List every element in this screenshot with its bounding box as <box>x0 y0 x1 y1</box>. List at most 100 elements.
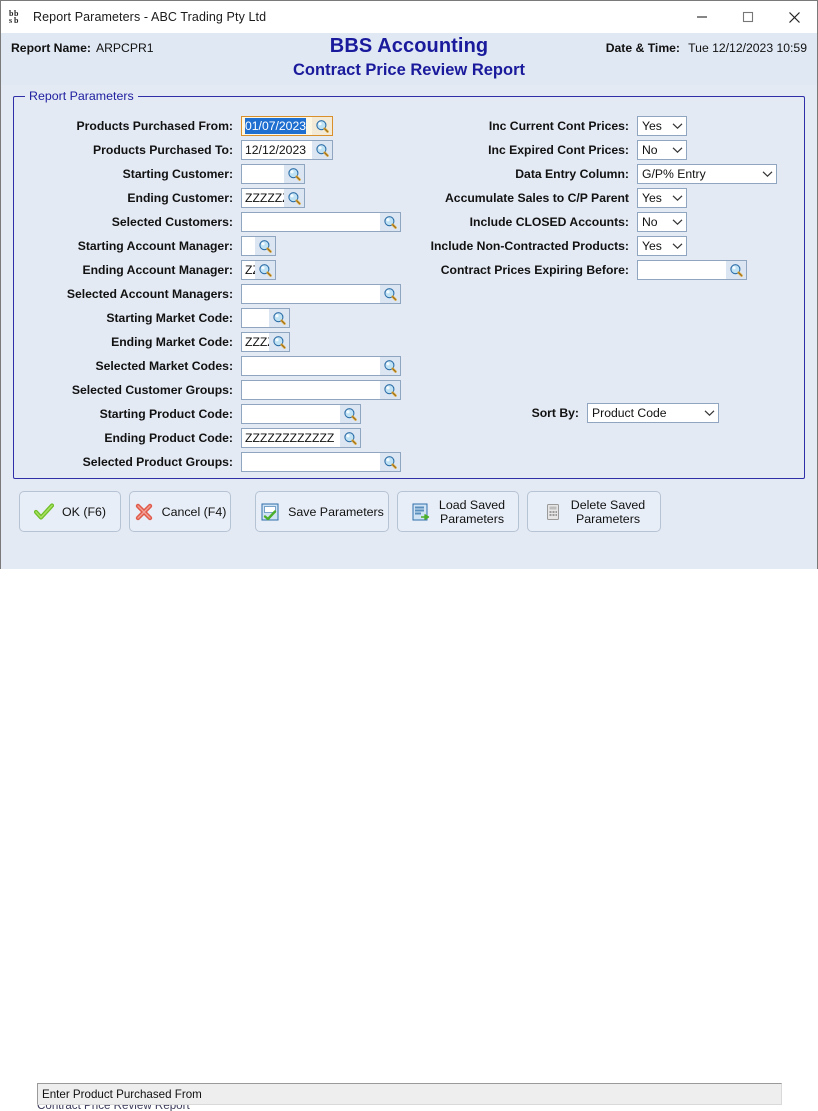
selected-market-codes-input[interactable] <box>241 356 401 376</box>
inc-current-cont-prices-value: Yes <box>642 119 662 133</box>
field-row-inc-current-cont-prices: Inc Current Cont Prices: Yes <box>401 115 693 137</box>
selected-customer-groups-input[interactable] <box>241 380 401 400</box>
starting-customer-lookup-icon[interactable] <box>284 165 304 183</box>
close-icon[interactable] <box>771 1 817 33</box>
inc-expired-cont-prices-label: Inc Expired Cont Prices: <box>488 143 629 157</box>
data-entry-column-value: G/P% Entry <box>642 167 706 181</box>
load-saved-parameters-button[interactable]: Load Saved Parameters <box>397 491 519 532</box>
ending-product-code-label: Ending Product Code: <box>104 431 233 445</box>
selected-customers-input[interactable] <box>241 212 401 232</box>
delete-saved-parameters-button[interactable]: Delete Saved Parameters <box>527 491 661 532</box>
include-non-contracted-products-label: Include Non-Contracted Products: <box>430 239 629 253</box>
selected-product-groups-input[interactable] <box>241 452 401 472</box>
clipped-text: Contract Price Review Report <box>37 1105 357 1111</box>
products-purchased-to-input[interactable]: 12/12/2023 <box>241 140 333 160</box>
ok-f6-button-label: OK (F6) <box>61 504 107 519</box>
include-closed-accounts-select[interactable]: No <box>637 212 687 232</box>
starting-customer-input[interactable] <box>241 164 305 184</box>
field-row-ending-market-code: Ending Market Code: ZZZZ <box>13 331 296 353</box>
inc-current-cont-prices-select[interactable]: Yes <box>637 116 687 136</box>
products-purchased-from-input[interactable]: 01/07/2023 <box>241 116 333 136</box>
products-purchased-from-selected-text: 01/07/2023 <box>245 118 306 134</box>
field-row-selected-customer-groups: Selected Customer Groups: <box>13 379 407 401</box>
datetime-value: Tue 12/12/2023 10:59 <box>688 41 807 55</box>
ending-product-code-lookup-icon[interactable] <box>340 429 360 447</box>
save-parameters-button[interactable]: Save Parameters <box>255 491 389 532</box>
include-closed-accounts-label: Include CLOSED Accounts: <box>469 215 629 229</box>
sort-by-select[interactable]: Product Code <box>587 403 719 423</box>
starting-market-code-input[interactable] <box>241 308 290 328</box>
starting-market-code-lookup-icon[interactable] <box>269 309 289 327</box>
ending-account-manager-lookup-icon[interactable] <box>255 261 275 279</box>
starting-account-manager-lookup-icon[interactable] <box>255 237 275 255</box>
inc-expired-cont-prices-value: No <box>642 143 658 157</box>
selected-customer-groups-value <box>242 381 380 399</box>
load-folder-icon <box>411 502 431 522</box>
accumulate-sales-to-c-p-parent-label: Accumulate Sales to C/P Parent <box>444 191 629 205</box>
ending-product-code-input[interactable]: ZZZZZZZZZZZZ <box>241 428 361 448</box>
contract-prices-expiring-before-value <box>638 261 726 279</box>
products-purchased-to-value: 12/12/2023 <box>245 143 306 157</box>
starting-account-manager-input[interactable] <box>241 236 276 256</box>
ending-customer-input[interactable]: ZZZZZZ <box>241 188 305 208</box>
clipped-text-row: Contract Price Review Report <box>37 1105 357 1111</box>
products-purchased-from-lookup-icon[interactable] <box>312 117 332 135</box>
contract-prices-expiring-before-label: Contract Prices Expiring Before: <box>440 263 629 277</box>
field-row-inc-expired-cont-prices: Inc Expired Cont Prices: No <box>401 139 693 161</box>
report-title: Contract Price Review Report <box>293 61 525 79</box>
ending-market-code-input[interactable]: ZZZZ <box>241 332 290 352</box>
title-bar: b b s b Report Parameters - ABC Trading … <box>1 1 817 33</box>
field-row-selected-product-groups: Selected Product Groups: <box>13 451 407 473</box>
field-row-starting-account-manager: Starting Account Manager: <box>13 235 282 257</box>
starting-account-manager-label: Starting Account Manager: <box>77 239 233 253</box>
selected-market-codes-lookup-icon[interactable] <box>380 357 400 375</box>
selected-customers-lookup-icon[interactable] <box>380 213 400 231</box>
field-row-include-closed-accounts: Include CLOSED Accounts: No <box>401 211 693 233</box>
field-row-accumulate-sales-to-c-p-parent: Accumulate Sales to C/P Parent Yes <box>401 187 693 209</box>
include-non-contracted-products-select[interactable]: Yes <box>637 236 687 256</box>
ending-product-code-value: ZZZZZZZZZZZZ <box>245 431 335 445</box>
field-row-starting-customer: Starting Customer: <box>13 163 311 185</box>
ending-market-code-lookup-icon[interactable] <box>269 333 289 351</box>
selected-account-managers-value <box>242 285 380 303</box>
ok-f6-button[interactable]: OK (F6) <box>19 491 121 532</box>
contract-prices-expiring-before-input[interactable] <box>637 260 747 280</box>
data-entry-column-select[interactable]: G/P% Entry <box>637 164 777 184</box>
green-tick-icon <box>33 502 54 522</box>
starting-product-code-input[interactable] <box>241 404 361 424</box>
status-message: Enter Product Purchased From <box>42 1087 202 1101</box>
starting-product-code-value <box>242 405 340 423</box>
ending-customer-lookup-icon[interactable] <box>284 189 304 207</box>
ending-account-manager-value: ZZ <box>245 263 255 277</box>
inc-expired-cont-prices-select[interactable]: No <box>637 140 687 160</box>
starting-product-code-lookup-icon[interactable] <box>340 405 360 423</box>
minimize-icon[interactable] <box>679 1 725 33</box>
window-title: Report Parameters - ABC Trading Pty Ltd <box>33 10 267 24</box>
ending-account-manager-input[interactable]: ZZ <box>241 260 276 280</box>
accumulate-sales-to-c-p-parent-select[interactable]: Yes <box>637 188 687 208</box>
products-purchased-to-lookup-icon[interactable] <box>312 141 332 159</box>
selected-account-managers-input[interactable] <box>241 284 401 304</box>
sort-by-label: Sort By: <box>531 406 579 420</box>
field-row-products-purchased-to: Products Purchased To: 12/12/2023 <box>13 139 339 161</box>
maximize-icon[interactable] <box>725 1 771 33</box>
starting-market-code-label: Starting Market Code: <box>106 311 233 325</box>
selected-customer-groups-lookup-icon[interactable] <box>380 381 400 399</box>
chevron-down-icon <box>758 170 776 178</box>
field-row-ending-customer: Ending Customer: ZZZZZZ <box>13 187 311 209</box>
sort-by-value: Product Code <box>592 406 667 420</box>
selected-account-managers-label: Selected Account Managers: <box>66 287 233 301</box>
red-cross-icon <box>134 502 154 522</box>
field-row-selected-market-codes: Selected Market Codes: <box>13 355 407 377</box>
selected-account-managers-lookup-icon[interactable] <box>380 285 400 303</box>
report-parameters-window: b b s b Report Parameters - ABC Trading … <box>0 0 818 1111</box>
products-purchased-from-value: 01/07/2023 <box>242 117 312 135</box>
field-row-selected-customers: Selected Customers: <box>13 211 407 233</box>
selected-customer-groups-label: Selected Customer Groups: <box>71 383 233 397</box>
cancel-f4-button[interactable]: Cancel (F4) <box>129 491 231 532</box>
field-row-ending-product-code: Ending Product Code: ZZZZZZZZZZZZ <box>13 427 367 449</box>
selected-product-groups-lookup-icon[interactable] <box>380 453 400 471</box>
selected-product-groups-label: Selected Product Groups: <box>82 455 233 469</box>
ending-account-manager-label: Ending Account Manager: <box>82 263 233 277</box>
contract-prices-expiring-before-lookup-icon[interactable] <box>726 261 746 279</box>
